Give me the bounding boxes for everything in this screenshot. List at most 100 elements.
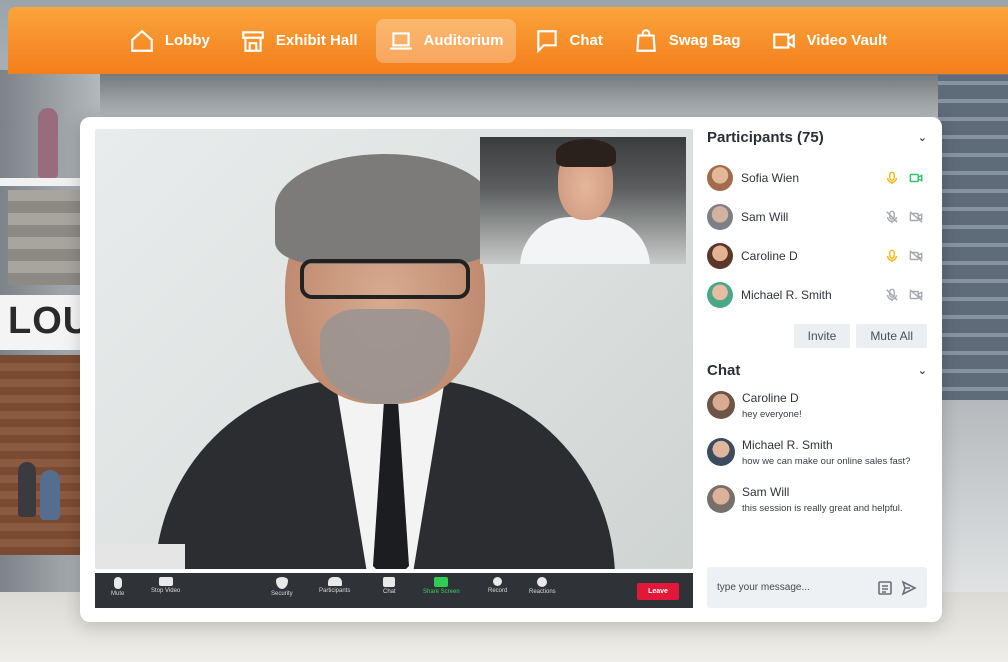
background-person: [18, 462, 36, 517]
chat-bubble-icon: [536, 29, 557, 53]
nav-video-vault[interactable]: Video Vault: [759, 19, 900, 63]
participant-name: Sam Will: [741, 209, 789, 224]
chat-message: Sam Will this session is really great an…: [707, 485, 927, 514]
attachment-icon[interactable]: [877, 580, 893, 596]
leave-button[interactable]: Leave: [637, 583, 679, 600]
participant-row[interactable]: Michael R. Smith: [707, 275, 927, 314]
mute-label: Mute: [111, 591, 125, 597]
nav-swag-bag-label: Swag Bag: [668, 32, 741, 49]
participant-name: Sofia Wien: [741, 170, 800, 185]
record-icon: [493, 577, 503, 586]
microphone-icon[interactable]: [885, 171, 899, 185]
nav-swag-bag[interactable]: Swag Bag: [621, 19, 753, 63]
stop-video-button[interactable]: Stop Video: [151, 577, 180, 594]
speaker-hair: [275, 154, 495, 264]
avatar: [707, 485, 735, 513]
chat-button[interactable]: Chat: [383, 577, 396, 595]
participant-hair: [556, 139, 616, 167]
speaker-glasses: [300, 259, 470, 299]
participant-row[interactable]: Caroline D: [707, 236, 927, 275]
nav-chat[interactable]: Chat: [522, 19, 615, 63]
message-author: Michael R. Smith: [742, 438, 833, 452]
reactions-button[interactable]: Reactions: [529, 577, 556, 595]
security-button[interactable]: Security: [271, 577, 293, 597]
microphone-icon[interactable]: [885, 249, 899, 263]
nav-lobby-label: Lobby: [164, 32, 210, 49]
brick-wall: [0, 355, 82, 555]
chevron-down-icon[interactable]: ⌄: [918, 131, 927, 144]
message-text: how we can make our online sales fast?: [742, 456, 911, 467]
participants-list: Sofia Wien Sam Will Caroline D Michael R…: [707, 158, 927, 314]
reactions-label: Reactions: [529, 589, 556, 595]
share-screen-button[interactable]: Share Screen: [423, 577, 460, 595]
share-screen-label: Share Screen: [423, 589, 460, 595]
send-icon[interactable]: [901, 579, 917, 596]
nav-auditorium-label: Auditorium: [423, 32, 504, 49]
nav-video-vault-label: Video Vault: [806, 32, 888, 49]
stop-video-label: Stop Video: [151, 588, 181, 594]
right-lower-wall: [938, 400, 1008, 600]
background-person: [40, 470, 60, 520]
secondary-participant-video[interactable]: [480, 137, 686, 264]
people-icon: [327, 577, 342, 586]
auditorium-meeting-panel: Mute Stop Video Security Participants Ch…: [80, 117, 942, 622]
video-camera-icon: [158, 577, 173, 586]
stone-wall: [8, 190, 80, 285]
participants-label: Participants: [319, 588, 351, 594]
meeting-control-bar: Mute Stop Video Security Participants Ch…: [95, 573, 693, 608]
video-camera-icon: [772, 32, 795, 49]
avatar: [707, 438, 735, 466]
laptop-icon: [389, 31, 412, 50]
video-off-icon[interactable]: [909, 249, 923, 263]
participant-name: Caroline D: [741, 248, 798, 263]
avatar: [707, 164, 733, 191]
participants-button[interactable]: Participants: [319, 577, 350, 594]
storefront-icon: [242, 30, 264, 52]
background-person: [38, 108, 58, 178]
mute-all-button[interactable]: Mute All: [856, 324, 927, 348]
window-building: [938, 75, 1008, 405]
microphone-muted-icon[interactable]: [885, 288, 899, 302]
chat-bubble-icon: [383, 577, 396, 587]
nav-exhibit-hall[interactable]: Exhibit Hall: [228, 19, 370, 63]
nav-chat-label: Chat: [569, 32, 603, 49]
participant-name: Michael R. Smith: [741, 287, 832, 302]
nav-auditorium[interactable]: Auditorium: [375, 18, 516, 63]
avatar: [707, 203, 733, 230]
chat-message-input[interactable]: [717, 582, 869, 593]
share-screen-icon: [434, 577, 449, 587]
record-label: Record: [488, 588, 508, 594]
home-icon: [131, 29, 153, 52]
invite-button[interactable]: Invite: [793, 324, 851, 348]
chat-message: Caroline D hey everyone!: [707, 391, 927, 420]
chevron-down-icon[interactable]: ⌄: [918, 364, 927, 377]
security-label: Security: [271, 591, 293, 597]
chat-label: Chat: [383, 589, 396, 595]
nav-lobby[interactable]: Lobby: [117, 19, 222, 63]
right-sidebar: Participants (75) ⌄ Sofia Wien Sam Will: [707, 129, 927, 608]
participant-row[interactable]: Sofia Wien: [707, 158, 927, 197]
chat-title: Chat: [707, 362, 741, 379]
speaker-laptop: [95, 544, 185, 569]
participant-shirt: [520, 217, 650, 264]
record-button[interactable]: Record: [488, 577, 507, 594]
speaker-beard: [320, 309, 450, 404]
emoji-icon: [537, 577, 548, 587]
video-camera-icon[interactable]: [909, 171, 923, 185]
chat-composer: [707, 567, 927, 608]
video-off-icon[interactable]: [909, 288, 923, 302]
message-text: hey everyone!: [742, 409, 802, 420]
participant-actions: Invite Mute All: [707, 324, 927, 348]
shield-icon: [275, 577, 288, 589]
ceiling: [0, 70, 1008, 120]
top-navigation: Lobby Exhibit Hall Auditorium Chat Swag …: [8, 7, 1008, 74]
microphone-muted-icon[interactable]: [885, 210, 899, 224]
chat-message: Michael R. Smith how we can make our onl…: [707, 438, 927, 467]
participant-row[interactable]: Sam Will: [707, 197, 927, 236]
nav-exhibit-hall-label: Exhibit Hall: [275, 32, 358, 49]
video-off-icon[interactable]: [909, 210, 923, 224]
message-author: Caroline D: [742, 391, 799, 405]
mute-button[interactable]: Mute: [111, 577, 124, 597]
avatar: [707, 281, 733, 308]
participants-header: Participants (75) ⌄: [707, 129, 927, 146]
